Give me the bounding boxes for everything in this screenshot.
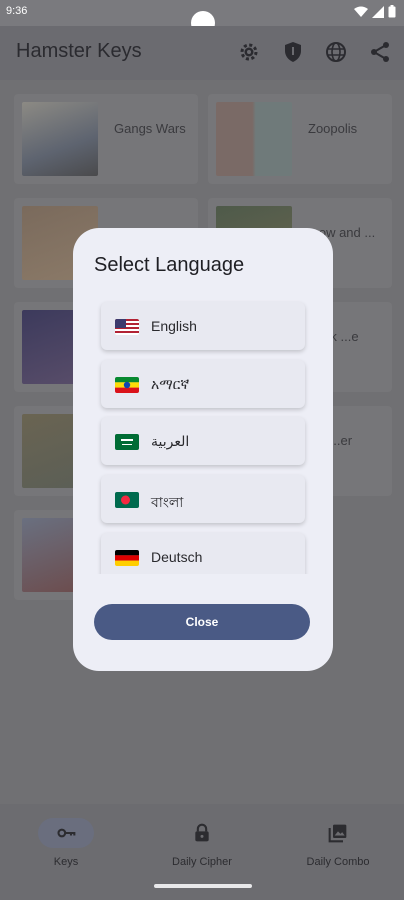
status-bar: 9:36 <box>0 0 404 35</box>
lock-icon <box>195 823 209 842</box>
language-label: বাংলা <box>151 494 184 510</box>
gallery-icon <box>328 824 347 843</box>
game-title: Gangs Wars <box>114 121 186 136</box>
signal-icon <box>372 5 384 18</box>
nav-label: Keys <box>53 856 79 868</box>
ethiopia-flag-icon <box>115 377 139 393</box>
close-button[interactable]: Close <box>94 604 310 640</box>
gear-icon[interactable] <box>237 40 261 64</box>
game-card[interactable]: Zoopolis <box>208 94 392 184</box>
game-card[interactable]: Gangs Wars <box>14 94 198 184</box>
language-item-bengali[interactable]: বাংলা <box>101 475 305 523</box>
language-label: English <box>151 318 197 334</box>
game-thumbnail <box>216 102 292 176</box>
germany-flag-icon <box>115 550 139 566</box>
app-title: Hamster Keys <box>16 40 142 62</box>
language-dialog: Select Language English አማርኛ العربية বাং… <box>73 228 333 671</box>
battery-icon <box>388 5 396 18</box>
nav-item-keys[interactable]: Keys <box>0 818 120 878</box>
language-label: العربية <box>151 433 190 449</box>
language-item-amharic[interactable]: አማርኛ <box>101 360 305 408</box>
language-label: Deutsch <box>151 549 203 565</box>
nav-item-daily-combo[interactable]: Daily Combo <box>272 818 392 878</box>
saudi-flag-icon <box>115 434 139 450</box>
status-time: 9:36 <box>6 5 28 17</box>
shield-icon[interactable] <box>281 40 305 64</box>
nav-label: Daily Cipher <box>172 856 232 868</box>
game-thumbnail <box>22 102 98 176</box>
home-indicator[interactable] <box>154 884 252 888</box>
app-bar: Hamster Keys <box>0 26 404 80</box>
nav-label: Daily Combo <box>306 856 370 868</box>
share-icon[interactable] <box>368 40 392 64</box>
nav-item-daily-cipher[interactable]: Daily Cipher <box>136 818 256 878</box>
game-title: Zoopolis <box>308 121 358 136</box>
bangladesh-flag-icon <box>115 492 139 508</box>
language-item-arabic[interactable]: العربية <box>101 417 305 465</box>
language-list[interactable]: English አማርኛ العربية বাংলা Deutsch <box>93 300 313 574</box>
language-item-german[interactable]: Deutsch <box>101 533 305 574</box>
dialog-title: Select Language <box>94 254 245 276</box>
globe-icon[interactable] <box>324 40 348 64</box>
status-icons <box>354 5 396 18</box>
language-item-english[interactable]: English <box>101 302 305 350</box>
us-flag-icon <box>115 319 139 335</box>
wifi-icon <box>354 6 368 17</box>
language-label: አማርኛ <box>151 376 190 392</box>
key-icon <box>57 828 76 838</box>
